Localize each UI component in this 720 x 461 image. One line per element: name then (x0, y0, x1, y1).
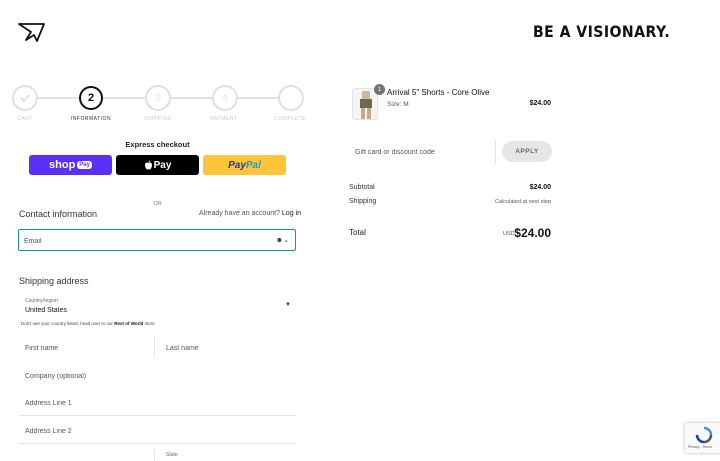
shipping-value: Calculated at next step (495, 199, 551, 205)
brand-tagline: BE A VISIONARY. (533, 22, 671, 41)
email-input[interactable] (19, 231, 249, 252)
apple-pay-label: Pay (153, 159, 172, 171)
have-account-label: Already have an account? (199, 210, 280, 217)
total-label: Total (349, 228, 366, 237)
apply-discount-button[interactable]: APPLY (502, 141, 552, 162)
step-information: 2 (79, 86, 103, 110)
product-size: Size: M (387, 101, 409, 108)
state-select-label[interactable]: State (166, 452, 178, 458)
product-name: Arrival 5" Shorts - Core Olive (387, 88, 490, 97)
product-thumbnail (352, 88, 378, 120)
step-label-shipping: SHIPPING (144, 116, 172, 122)
rest-note-text-a: Don't see your country listed, head over… (21, 321, 113, 326)
address-line-1-input[interactable] (19, 392, 296, 415)
city-state-divider (154, 449, 155, 461)
discount-code-input[interactable] (349, 140, 495, 164)
last-name-input[interactable] (160, 336, 296, 360)
shop-pay-button[interactable]: shop Pay (29, 155, 112, 175)
apple-icon (144, 160, 152, 170)
step-complete: 5 (278, 85, 304, 111)
shipping-title: Shipping address (19, 276, 89, 286)
address-line-2-input[interactable] (19, 420, 296, 443)
login-link[interactable]: Log in (282, 210, 301, 217)
address-line-2-field[interactable] (19, 420, 296, 444)
country-label: Country/region (25, 298, 58, 304)
step-shipping: 3 (145, 85, 171, 111)
discount-code-field[interactable] (349, 140, 496, 164)
shipping-label: Shipping (349, 198, 377, 205)
email-field[interactable]: ☻⌄ (18, 229, 296, 252)
chevron-down-icon: ▼ (285, 302, 291, 308)
rest-of-world-note: Don't see your country listed, head over… (21, 321, 155, 326)
rest-note-text-b: store (144, 321, 155, 326)
brand-logo-icon[interactable] (17, 21, 47, 43)
shop-pay-label: shop (49, 159, 76, 171)
subtotal-value: $24.00 (529, 184, 551, 191)
shop-pay-pill: Pay (77, 161, 92, 169)
company-field[interactable] (19, 364, 296, 388)
company-input[interactable] (19, 364, 296, 388)
quantity-badge: 1 (374, 84, 385, 95)
subtotal-label: Subtotal (349, 184, 375, 191)
last-name-field[interactable] (160, 336, 296, 360)
paypal-label-pal: Pal (245, 159, 261, 171)
country-value: United States (25, 307, 68, 314)
apple-pay-button[interactable]: Pay (116, 155, 199, 175)
contact-title: Contact information (19, 209, 98, 219)
step-label-complete: COMPLETE (274, 116, 306, 122)
currency-code: USD (503, 231, 515, 237)
autofill-contact-icon[interactable]: ☻⌄ (276, 236, 289, 244)
step-label-information: INFORMATION (70, 116, 112, 122)
step-payment: 4 (212, 85, 238, 111)
step-cart[interactable] (12, 85, 38, 111)
step-label-cart: CART (17, 116, 33, 122)
paypal-button[interactable]: Pay Pal (203, 155, 286, 175)
first-name-field[interactable] (19, 336, 154, 360)
name-divider (154, 336, 155, 358)
product-price: $24.00 (529, 100, 551, 107)
checkmark-icon (20, 94, 30, 103)
checkout-stepper: 2 3 4 5 CART INFORMATION SHIPPING PAYMEN… (0, 85, 310, 125)
address-line-1-field[interactable] (19, 392, 296, 416)
shorts-model-image (360, 91, 372, 119)
recaptcha-badge[interactable]: Privacy - Terms (685, 423, 720, 453)
have-account-text: Already have an account? Log in (199, 210, 301, 217)
rest-of-world-link[interactable]: Rest of World (114, 321, 143, 326)
country-select[interactable]: Country/region United States ▼ (19, 295, 296, 317)
or-divider: OR (153, 201, 162, 207)
recaptcha-terms[interactable]: Privacy - Terms (688, 445, 712, 449)
total-value: $24.00 (514, 226, 551, 240)
first-name-input[interactable] (19, 336, 154, 360)
paypal-label-pay: Pay (228, 159, 246, 171)
recaptcha-icon (695, 426, 713, 444)
express-checkout-title: Express checkout (125, 140, 190, 149)
step-label-payment: PAYMENT (210, 116, 238, 122)
